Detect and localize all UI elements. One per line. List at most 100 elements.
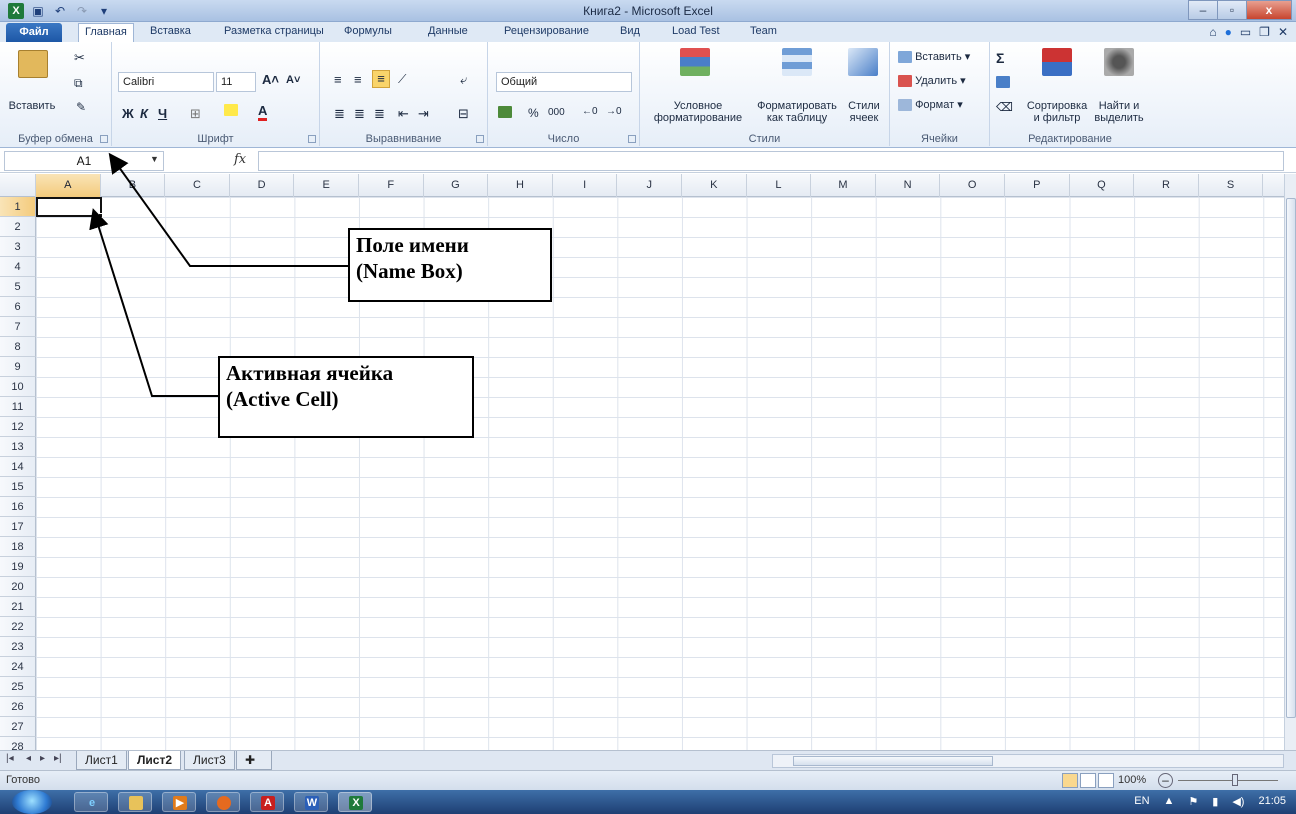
taskbar-word[interactable]: W [294, 792, 328, 812]
taskbar-media[interactable]: ▶ [162, 792, 196, 812]
start-button[interactable] [12, 790, 52, 814]
row-header-11[interactable]: 11 [0, 397, 36, 417]
alignment-launcher-icon[interactable] [476, 135, 484, 143]
find-select-button[interactable]: Найти и выделить [1090, 100, 1148, 124]
workbook-minimize-icon[interactable]: ▭ [1240, 25, 1251, 39]
clipboard-launcher-icon[interactable] [100, 135, 108, 143]
paste-button[interactable]: Вставить [4, 100, 60, 112]
format-as-table-icon[interactable] [782, 48, 812, 76]
tab-insert[interactable]: Вставка [150, 25, 191, 37]
sort-filter-button[interactable]: Сортировка и фильтр [1024, 100, 1090, 124]
italic-button[interactable]: К [140, 106, 148, 121]
row-header-19[interactable]: 19 [0, 557, 36, 577]
row-header-5[interactable]: 5 [0, 277, 36, 297]
bold-button[interactable]: Ж [122, 106, 134, 121]
active-cell[interactable] [36, 197, 102, 217]
conditional-formatting-button[interactable]: Условное форматирование [646, 100, 750, 124]
minimize-button[interactable]: – [1188, 0, 1218, 20]
name-box-dropdown-icon[interactable]: ▼ [150, 154, 159, 164]
grow-font-icon[interactable]: A˄ [262, 72, 279, 87]
sheet-tab-3[interactable]: Лист3 [184, 751, 235, 770]
column-header-p[interactable]: P [1005, 174, 1070, 197]
shrink-font-icon[interactable]: A˅ [286, 74, 300, 86]
row-header-10[interactable]: 10 [0, 377, 36, 397]
column-header-a[interactable]: A [36, 174, 101, 197]
decrease-decimal-icon[interactable]: →0 [606, 106, 622, 117]
minimize-ribbon-icon[interactable]: ⌂ [1209, 25, 1216, 39]
column-header-d[interactable]: D [230, 174, 295, 197]
taskbar-explorer[interactable] [118, 792, 152, 812]
tab-page-layout[interactable]: Разметка страницы [224, 25, 324, 37]
language-indicator[interactable]: EN [1134, 795, 1149, 808]
column-header-m[interactable]: M [811, 174, 876, 197]
row-header-25[interactable]: 25 [0, 677, 36, 697]
column-header-n[interactable]: N [876, 174, 941, 197]
row-header-12[interactable]: 12 [0, 417, 36, 437]
first-sheet-icon[interactable]: |◂ [6, 753, 14, 764]
delete-cells-button[interactable]: Удалить ▾ [898, 74, 966, 88]
column-header-s[interactable]: S [1199, 174, 1264, 197]
insert-cells-button[interactable]: Вставить ▾ [898, 50, 970, 64]
column-header-b[interactable]: B [101, 174, 166, 197]
taskbar-pdf[interactable]: A [250, 792, 284, 812]
sheet-tab-1[interactable]: Лист1 [76, 751, 127, 770]
insert-function-button[interactable]: fx [234, 152, 246, 167]
align-bottom-icon[interactable]: ≡ [372, 70, 390, 88]
orientation-icon[interactable]: ⟋ [398, 72, 406, 87]
vertical-scrollbar[interactable] [1284, 174, 1296, 750]
row-header-13[interactable]: 13 [0, 437, 36, 457]
fill-icon[interactable] [996, 76, 1010, 89]
tab-load-test[interactable]: Load Test [672, 25, 720, 37]
font-color-icon[interactable]: A [258, 104, 268, 121]
cell-area[interactable] [36, 197, 1284, 750]
column-header-r[interactable]: R [1134, 174, 1199, 197]
zoom-level[interactable]: 100% [1118, 774, 1146, 786]
row-header-23[interactable]: 23 [0, 637, 36, 657]
format-as-table-button[interactable]: Форматировать как таблицу [750, 100, 844, 124]
column-header-f[interactable]: F [359, 174, 424, 197]
cell-styles-icon[interactable] [848, 48, 878, 76]
underline-button[interactable]: Ч [158, 106, 167, 121]
prev-sheet-icon[interactable]: ◂ [26, 753, 31, 764]
increase-indent-icon[interactable]: ⇥ [418, 106, 429, 122]
network-icon[interactable]: ▮ [1212, 795, 1218, 808]
taskbar-firefox[interactable] [206, 792, 240, 812]
row-header-15[interactable]: 15 [0, 477, 36, 497]
font-name-select[interactable]: Calibri [118, 72, 214, 92]
row-header-1[interactable]: 1 [0, 197, 36, 217]
page-break-view-icon[interactable] [1098, 773, 1114, 788]
row-header-6[interactable]: 6 [0, 297, 36, 317]
insert-sheet-icon[interactable]: ✚ [236, 751, 272, 770]
select-all-corner[interactable] [0, 174, 36, 197]
decrease-indent-icon[interactable]: ⇤ [398, 106, 409, 122]
clock[interactable]: 21:05 [1258, 795, 1286, 808]
clear-icon[interactable]: ⌫ [996, 100, 1013, 114]
wrap-text-icon[interactable]: ⤶ [460, 72, 467, 88]
font-size-select[interactable]: 11 [216, 72, 256, 92]
row-header-16[interactable]: 16 [0, 497, 36, 517]
increase-decimal-icon[interactable]: ←0 [582, 106, 598, 117]
borders-icon[interactable]: ⊞ [190, 106, 201, 122]
row-header-21[interactable]: 21 [0, 597, 36, 617]
row-header-2[interactable]: 2 [0, 217, 36, 237]
number-format-select[interactable]: Общий [496, 72, 632, 92]
row-header-27[interactable]: 27 [0, 717, 36, 737]
row-header-8[interactable]: 8 [0, 337, 36, 357]
number-launcher-icon[interactable] [628, 135, 636, 143]
align-top-icon[interactable]: ≡ [334, 72, 342, 87]
row-header-17[interactable]: 17 [0, 517, 36, 537]
row-header-9[interactable]: 9 [0, 357, 36, 377]
column-header-h[interactable]: H [488, 174, 553, 197]
copy-icon[interactable]: ⧉ [74, 76, 83, 91]
horizontal-scroll-thumb[interactable] [793, 756, 993, 766]
row-header-20[interactable]: 20 [0, 577, 36, 597]
find-select-icon[interactable] [1104, 48, 1134, 76]
next-sheet-icon[interactable]: ▸ [40, 753, 45, 764]
page-layout-view-icon[interactable] [1080, 773, 1096, 788]
row-header-22[interactable]: 22 [0, 617, 36, 637]
vertical-scroll-thumb[interactable] [1286, 198, 1296, 718]
normal-view-icon[interactable] [1062, 773, 1078, 788]
tab-view[interactable]: Вид [620, 25, 640, 37]
column-header-k[interactable]: K [682, 174, 747, 197]
autosum-button[interactable]: Σ [996, 50, 1004, 66]
